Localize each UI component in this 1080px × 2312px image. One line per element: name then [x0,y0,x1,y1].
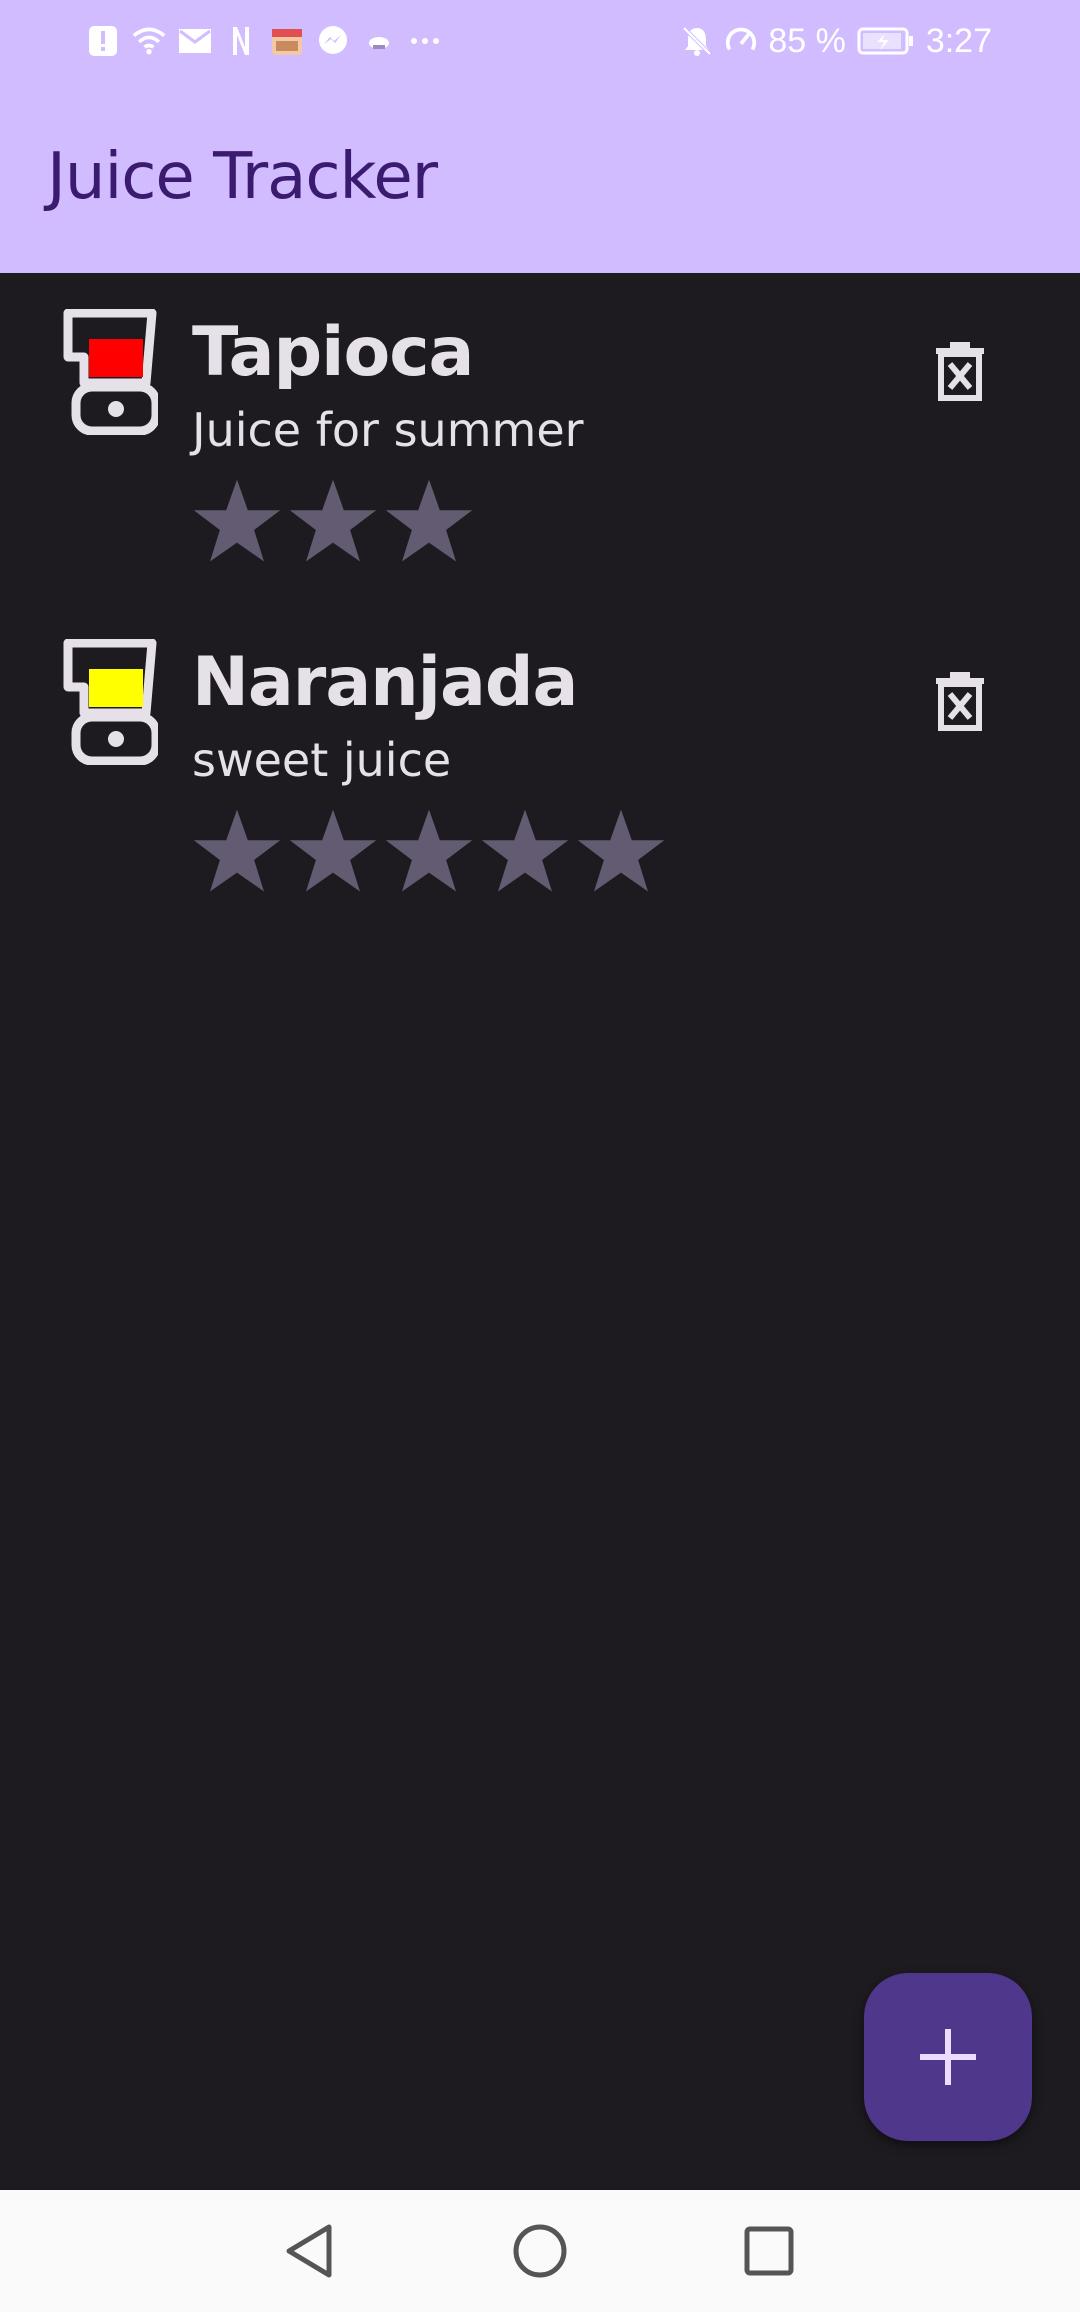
delete-button[interactable] [922,333,998,409]
delete-button[interactable] [922,663,998,739]
more-dots-icon [408,24,442,58]
plus-icon [920,2029,976,2085]
delete-icon [936,672,984,731]
nav-home-button[interactable] [501,2212,579,2290]
system-navigation-bar [0,2190,1080,2312]
alert-icon [86,24,120,58]
juice-name: Naranjada [192,643,578,722]
rating-stars [192,473,474,573]
blender-icon [62,638,161,766]
star-icon [481,809,569,892]
delete-icon [936,342,984,401]
recents-icon [744,2226,794,2276]
star-icon [385,479,473,562]
back-icon [286,2224,332,2278]
status-bar: 85 % 3:27 [0,0,1080,82]
data-saver-icon [724,24,758,58]
home-icon [513,2224,567,2278]
status-notification-icons [86,18,442,64]
bell-off-icon [680,24,714,58]
messenger-icon [316,24,350,58]
star-icon [289,809,377,892]
wifi-icon [132,24,166,58]
juice-description: sweet juice [192,733,452,787]
juice-list-item[interactable]: Naranjada sweet juice [0,603,1080,933]
star-icon [193,809,281,892]
battery-percent: 85 % [768,21,846,60]
rating-stars [192,803,666,903]
app-icon [270,24,304,58]
nav-recents-button[interactable] [730,2212,808,2290]
add-juice-button[interactable] [864,1973,1032,2141]
juice-list-item[interactable]: Tapioca Juice for summer [0,273,1080,603]
juice-description: Juice for summer [192,403,584,457]
nav-back-button[interactable] [270,2212,348,2290]
star-icon [385,809,473,892]
star-icon [577,809,665,892]
clock: 3:27 [925,21,992,60]
cloud-icon [362,24,396,58]
status-system-icons: 85 % 3:27 [680,18,992,64]
blender-icon [62,308,161,436]
star-icon [289,479,377,562]
star-icon [193,479,281,562]
top-app-area: 85 % 3:27 Juice Tracker [0,0,1080,273]
battery-charging-icon [856,24,916,58]
mail-icon [178,24,212,58]
app-title: Juice Tracker [47,140,438,214]
juice-name: Tapioca [192,313,474,392]
netflix-icon [224,24,258,58]
